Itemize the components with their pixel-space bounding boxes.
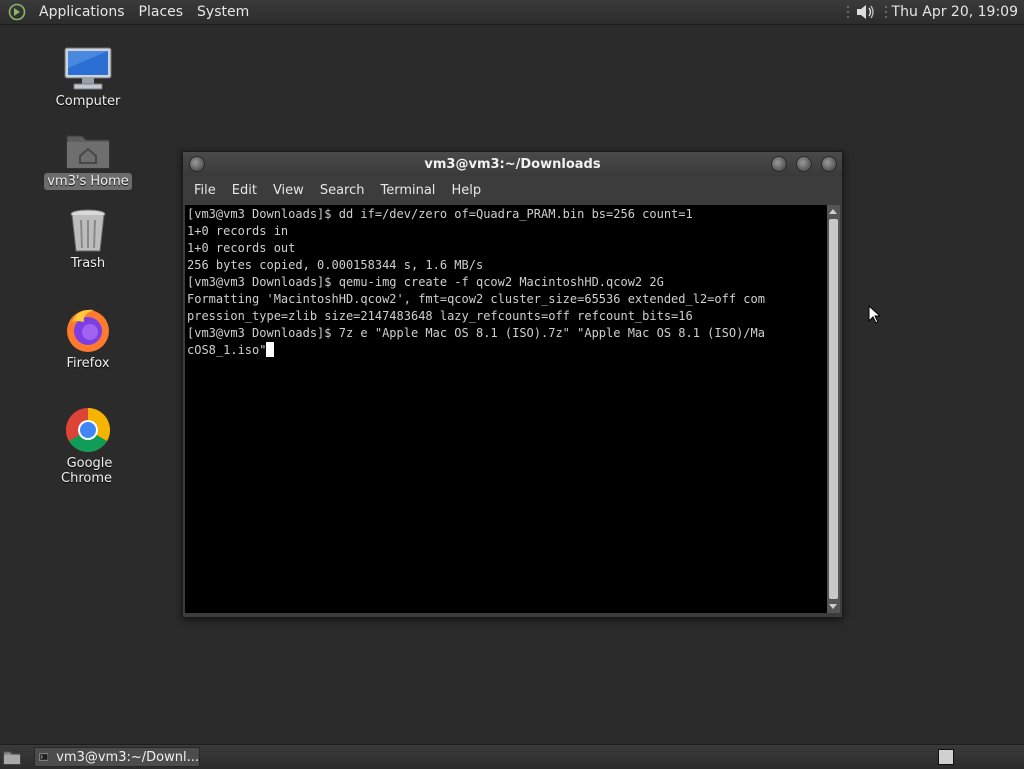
terminal-line: pression_type=zlib size=2147483648 lazy_… <box>187 309 693 323</box>
scrollbar-thumb[interactable] <box>829 219 838 599</box>
home-folder-icon <box>66 135 110 169</box>
desktop-icon-label: Firefox <box>66 356 110 371</box>
panel-handle-icon <box>884 6 887 18</box>
window-menubar: File Edit View Search Terminal Help <box>183 176 842 204</box>
system-menu[interactable]: System <box>190 4 256 20</box>
taskbar-terminal-button[interactable]: vm3@vm3:~/Downl... <box>34 747 200 767</box>
taskbar-task-label: vm3@vm3:~/Downl... <box>56 749 199 765</box>
panel-tray: Thu Apr 20, 19:09 <box>846 0 1024 24</box>
terminal-icon <box>39 753 49 761</box>
menu-search[interactable]: Search <box>312 183 373 198</box>
distro-logo-icon[interactable] <box>8 3 26 21</box>
firefox-icon <box>67 309 109 352</box>
terminal-line: Formatting 'MacintoshHD.qcow2', fmt=qcow… <box>187 292 765 306</box>
volume-icon[interactable] <box>854 2 876 22</box>
desktop-icon-label: Trash <box>70 256 106 271</box>
terminal-window[interactable]: vm3@vm3:~/Downloads File Edit View Searc… <box>182 151 843 618</box>
desktop-icon-firefox[interactable]: Firefox <box>38 306 138 371</box>
close-button[interactable] <box>821 156 837 172</box>
desktop-icon-home[interactable]: vm3's Home <box>38 128 138 190</box>
terminal-output[interactable]: [vm3@vm3 Downloads]$ dd if=/dev/zero of=… <box>185 205 827 613</box>
menu-view[interactable]: View <box>265 183 312 198</box>
trash-icon <box>70 209 106 252</box>
terminal-line: 256 bytes copied, 0.000158344 s, 1.6 MB/… <box>187 258 484 272</box>
menu-edit[interactable]: Edit <box>224 183 265 198</box>
chrome-icon <box>66 408 110 452</box>
applications-menu[interactable]: Applications <box>32 4 132 20</box>
bottom-panel: vm3@vm3:~/Downl... <box>0 744 1024 769</box>
menu-file[interactable]: File <box>186 183 224 198</box>
terminal-current-line: cOS8_1.iso" <box>187 342 827 359</box>
terminal-line: [vm3@vm3 Downloads]$ 7z e "Apple Mac OS … <box>187 326 765 340</box>
desktop-icon-chrome[interactable]: Google Chrome <box>38 406 138 486</box>
terminal-line: 1+0 records in <box>187 224 289 238</box>
terminal-scrollbar[interactable] <box>827 205 840 613</box>
desktop-icon-label: Google Chrome <box>61 456 113 486</box>
workspace-switcher[interactable] <box>938 749 954 765</box>
desktop-icon-label: Computer <box>55 94 121 109</box>
scroll-down-arrow-icon[interactable] <box>829 604 837 609</box>
scroll-up-arrow-icon[interactable] <box>829 209 837 214</box>
terminal-line: [vm3@vm3 Downloads]$ qemu-img create -f … <box>187 275 664 289</box>
clock[interactable]: Thu Apr 20, 19:09 <box>892 4 1024 20</box>
terminal-line: [vm3@vm3 Downloads]$ dd if=/dev/zero of=… <box>187 207 693 221</box>
computer-icon <box>64 47 112 90</box>
terminal-line: 1+0 records out <box>187 241 296 255</box>
show-desktop-icon[interactable] <box>2 748 22 766</box>
panel-handle-icon <box>846 6 849 18</box>
desktop-icon-label: vm3's Home <box>44 173 132 190</box>
text-cursor <box>266 342 275 357</box>
desktop-icon-computer[interactable]: Computer <box>38 46 138 109</box>
maximize-button[interactable] <box>796 156 812 172</box>
places-menu[interactable]: Places <box>132 4 191 20</box>
menu-terminal[interactable]: Terminal <box>372 183 443 198</box>
terminal-line: cOS8_1.iso" <box>187 343 267 357</box>
minimize-button[interactable] <box>771 156 787 172</box>
window-titlebar[interactable]: vm3@vm3:~/Downloads <box>183 152 842 176</box>
menu-help[interactable]: Help <box>443 183 489 198</box>
mouse-pointer-icon <box>868 305 880 324</box>
window-title: vm3@vm3:~/Downloads <box>424 156 601 172</box>
desktop-icon-trash[interactable]: Trash <box>38 208 138 271</box>
top-panel: Applications Places System Thu Apr 20, 1… <box>0 0 1024 25</box>
